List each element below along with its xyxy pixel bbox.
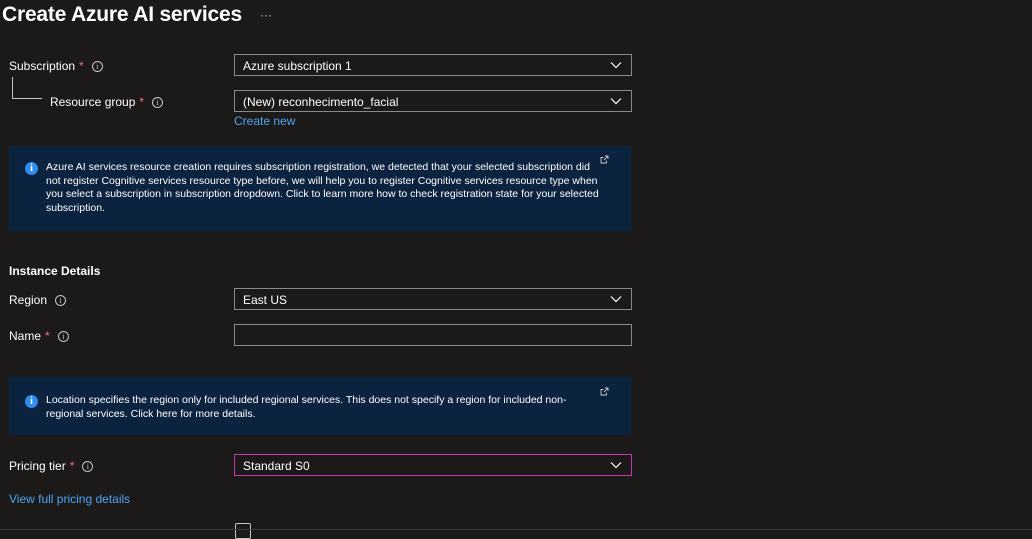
info-filled-icon: i <box>25 395 38 408</box>
tree-connector-vertical <box>12 77 13 98</box>
location-info-banner[interactable]: i Location specifies the region only for… <box>9 377 631 435</box>
resource-group-value: (New) reconhecimento_facial <box>243 95 399 109</box>
region-label: Region i <box>9 293 67 307</box>
page-title: Create Azure AI services <box>2 3 242 26</box>
resource-group-dropdown[interactable]: (New) reconhecimento_facial <box>234 90 632 112</box>
subscription-label-text: Subscription <box>9 59 76 73</box>
name-label-text: Name <box>9 329 42 343</box>
subscription-info-text: Azure AI services resource creation requ… <box>46 161 599 214</box>
checkbox[interactable] <box>235 523 251 539</box>
name-label: Name * i <box>9 329 69 343</box>
resource-group-label-text: Resource group <box>50 95 136 109</box>
tree-connector-horizontal <box>12 98 42 99</box>
region-dropdown[interactable]: East US <box>234 288 632 310</box>
chevron-down-icon <box>610 98 622 105</box>
info-icon[interactable]: i <box>152 96 164 108</box>
chevron-down-icon <box>610 296 622 303</box>
external-link-icon <box>600 155 609 164</box>
required-marker: * <box>79 59 84 73</box>
external-link-icon <box>600 387 609 396</box>
info-icon[interactable]: i <box>55 294 67 306</box>
chevron-down-icon <box>610 462 622 469</box>
subscription-info-banner[interactable]: i Azure AI services resource creation re… <box>9 146 631 231</box>
subscription-dropdown[interactable]: Azure subscription 1 <box>234 54 632 76</box>
region-value: East US <box>243 293 288 307</box>
info-filled-icon: i <box>25 162 38 175</box>
info-icon[interactable]: i <box>82 460 94 472</box>
resource-group-label: Resource group * i <box>50 95 164 109</box>
location-info-text: Location specifies the region only for i… <box>46 394 567 420</box>
create-new-link[interactable]: Create new <box>234 114 295 128</box>
required-marker: * <box>139 95 145 109</box>
subscription-value: Azure subscription 1 <box>243 59 352 73</box>
view-pricing-details-link[interactable]: View full pricing details <box>9 492 130 506</box>
divider <box>0 529 1032 530</box>
required-marker: * <box>69 459 75 473</box>
region-label-text: Region <box>9 293 48 307</box>
pricing-tier-dropdown[interactable]: Standard S0 <box>234 454 632 476</box>
more-options-button[interactable]: ··· <box>260 8 272 22</box>
name-input[interactable] <box>234 324 632 346</box>
pricing-tier-label-text: Pricing tier <box>9 459 66 473</box>
subscription-label: Subscription * i <box>9 59 103 73</box>
required-marker: * <box>45 329 50 343</box>
chevron-down-icon <box>610 62 622 69</box>
pricing-tier-label: Pricing tier * i <box>9 459 94 473</box>
pricing-tier-value: Standard S0 <box>243 459 310 473</box>
info-icon[interactable]: i <box>57 330 69 342</box>
info-icon[interactable]: i <box>91 60 103 72</box>
instance-details-heading: Instance Details <box>9 264 101 278</box>
